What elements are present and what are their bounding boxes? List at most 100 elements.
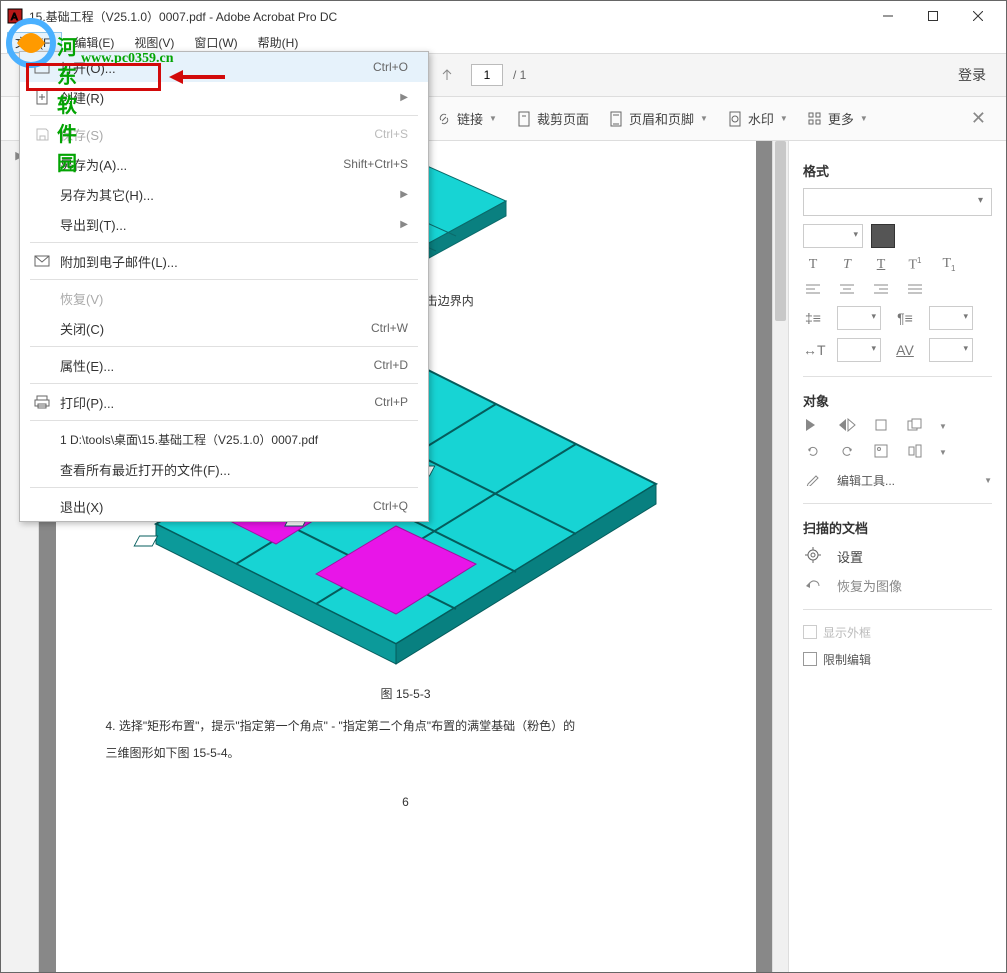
open-icon [30,60,54,74]
align-justify-icon[interactable] [905,282,925,298]
menu-help[interactable]: 帮助(H) [250,32,307,53]
prev-page-button[interactable] [433,61,461,89]
close-tools-button[interactable]: ✕ [963,108,994,129]
menu-create[interactable]: 创建(R)▶ [20,82,428,112]
menu-export[interactable]: 导出到(T)...▶ [20,209,428,239]
chevron-down-icon[interactable]: ▼ [939,422,947,431]
menu-save-other[interactable]: 另存为其它(H)...▶ [20,179,428,209]
vertical-scrollbar[interactable] [772,141,788,972]
bold-icon[interactable]: T [803,257,823,273]
h-scale-value[interactable] [837,338,881,362]
save-icon [30,127,54,142]
chevron-down-icon: ▼ [780,114,788,123]
svg-text:A: A [11,12,18,23]
login-link[interactable]: 登录 [958,65,994,85]
align-objects-icon[interactable] [905,444,925,461]
link-icon [435,110,453,128]
settings-link[interactable]: 设置 [837,547,863,566]
menu-exit[interactable]: 退出(X)Ctrl+Q [20,491,428,521]
line-spacing-value[interactable] [837,306,881,330]
underline-icon[interactable]: T [871,257,891,273]
mail-icon [30,255,54,267]
chevron-down-icon: ▼ [489,114,497,123]
menu-properties[interactable]: 属性(E)...Ctrl+D [20,350,428,380]
menu-saveas[interactable]: 另存为(A)...Shift+Ctrl+S [20,149,428,179]
menu-bar: 文件(F) 编辑(E) 视图(V) 窗口(W) 帮助(H) [1,31,1006,53]
align-right-icon[interactable] [871,282,891,298]
rotate-ccw-icon[interactable] [803,443,823,462]
chevron-down-icon: ▼ [984,476,992,485]
char-spacing-value[interactable] [929,338,973,362]
flip-horizontal-icon[interactable] [803,418,823,435]
page-number: 6 [76,795,736,809]
limit-edit-checkbox[interactable] [803,652,817,666]
restore-image-link[interactable]: 恢复为图像 [837,576,902,595]
line-spacing-icon[interactable]: ‡≡ [803,310,823,326]
object-section-title: 对象 [803,391,992,410]
close-button[interactable] [955,2,1000,30]
more-icon [806,110,824,128]
menu-view[interactable]: 视图(V) [126,32,182,53]
figure-caption: 图 15-5-3 [76,684,736,706]
submenu-arrow-icon: ▶ [400,189,408,200]
italic-icon[interactable]: T [837,257,857,273]
header-footer-tool[interactable]: 页眉和页脚▼ [601,105,714,132]
format-panel: 格式 T T T T1 T1 ‡≡ ¶≡ ↔T AV [788,141,1006,972]
window-title: 15.基础工程（V25.1.0）0007.pdf - Adobe Acrobat… [29,8,865,25]
menu-revert: 恢复(V) [20,283,428,313]
pencil-icon [803,472,823,489]
text-color-swatch[interactable] [871,224,895,248]
crop-icon [515,110,533,128]
chevron-down-icon[interactable]: ▼ [939,448,947,457]
replace-image-icon[interactable] [871,444,891,461]
rotate-cw-icon[interactable] [837,443,857,462]
print-icon [30,395,54,409]
subscript-icon[interactable]: T1 [939,256,959,273]
paragraph-spacing-icon[interactable]: ¶≡ [895,310,915,326]
edit-tools-dropdown[interactable]: 编辑工具... [837,472,970,489]
menu-edit[interactable]: 编辑(E) [66,32,122,53]
create-icon [30,89,54,105]
title-bar: A 15.基础工程（V25.1.0）0007.pdf - Adobe Acrob… [1,1,1006,31]
crop-tool[interactable]: 裁剪页面 [509,105,595,132]
format-section-title: 格式 [803,161,992,180]
mirror-icon[interactable] [837,418,857,435]
menu-recent-1[interactable]: 1 D:\tools\桌面\15.基础工程（V25.1.0）0007.pdf [20,424,428,454]
page-number-input[interactable]: 1 [471,64,503,86]
maximize-button[interactable] [910,2,955,30]
limit-edit-label: 限制编辑 [823,651,871,668]
char-spacing-icon[interactable]: AV [895,342,915,358]
align-center-icon[interactable] [837,282,857,298]
menu-recent-all[interactable]: 查看所有最近打开的文件(F)... [20,454,428,484]
link-tool[interactable]: 链接▼ [429,105,503,132]
scrollbar-thumb[interactable] [775,141,786,321]
scan-section-title: 扫描的文档 [803,518,992,537]
font-family-select[interactable] [803,188,992,216]
menu-print[interactable]: 打印(P)...Ctrl+P [20,387,428,417]
show-border-checkbox[interactable] [803,625,817,639]
horizontal-scale-icon[interactable]: ↔T [803,342,823,358]
show-border-label: 显示外框 [823,624,871,641]
superscript-icon[interactable]: T1 [905,256,925,274]
menu-open[interactable]: 打开(O)...Ctrl+O [20,52,428,82]
menu-close[interactable]: 关闭(C)Ctrl+W [20,313,428,343]
file-menu-dropdown: 打开(O)...Ctrl+O 创建(R)▶ 保存(S)Ctrl+S 另存为(A)… [19,51,429,522]
para-spacing-value[interactable] [929,306,973,330]
arrange-icon[interactable] [905,418,925,435]
font-size-select[interactable] [803,224,863,248]
page-total: / 1 [513,68,526,82]
menu-attach-email[interactable]: 附加到电子邮件(L)... [20,246,428,276]
submenu-arrow-icon: ▶ [400,92,408,103]
watermark-tool[interactable]: 水印▼ [720,105,794,132]
more-tools[interactable]: 更多▼ [800,105,874,132]
menu-save: 保存(S)Ctrl+S [20,119,428,149]
align-left-icon[interactable] [803,282,823,298]
menu-file[interactable]: 文件(F) [7,32,62,53]
crop-object-icon[interactable] [871,418,891,435]
menu-window[interactable]: 窗口(W) [186,32,245,53]
watermark-icon [726,110,744,128]
minimize-button[interactable] [865,2,910,30]
chevron-down-icon: ▼ [860,114,868,123]
page-icon [607,110,625,128]
app-icon: A [7,8,23,24]
